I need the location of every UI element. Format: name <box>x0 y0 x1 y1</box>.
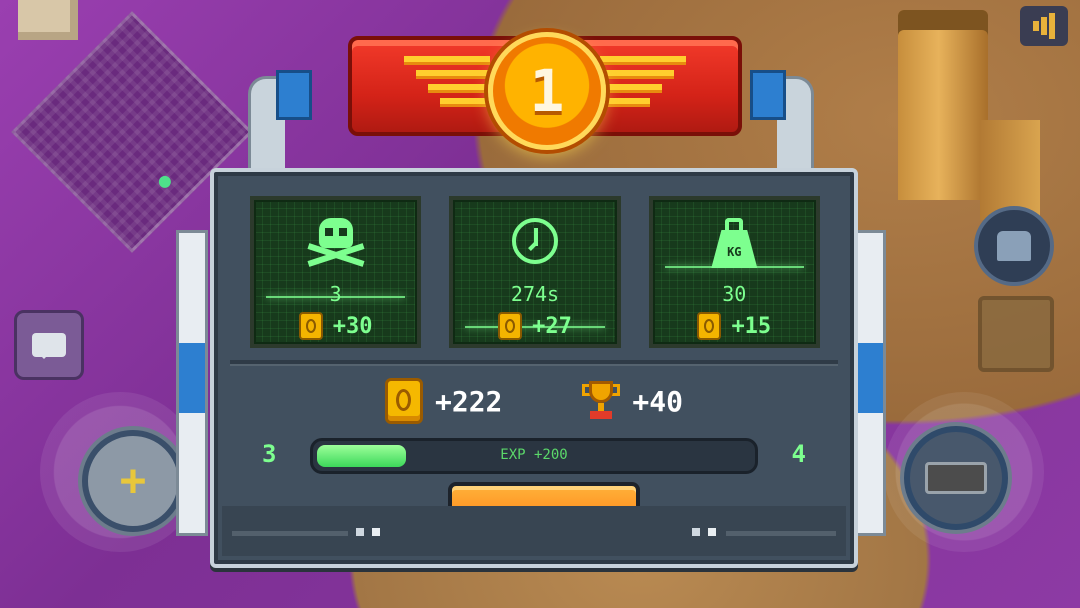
chat-button[interactable] <box>14 310 84 380</box>
weight-icon: KG <box>709 218 759 268</box>
trophy-icon <box>582 381 621 421</box>
signal-icon[interactable] <box>1020 6 1068 46</box>
frame-side <box>854 230 886 536</box>
right-wing-icon <box>600 56 686 112</box>
panel-footer <box>222 506 846 556</box>
stat-card-time: 274s +27 <box>449 196 621 348</box>
weight-reward-value: +15 <box>731 313 772 339</box>
kills-reward-value: +30 <box>332 313 373 339</box>
frame-side <box>176 230 208 536</box>
clock-icon <box>511 218 558 264</box>
coin-icon <box>498 312 523 340</box>
level-next: 4 <box>791 440 806 468</box>
time-value: 274s <box>510 282 560 306</box>
add-button[interactable]: + <box>82 430 184 532</box>
armor-button[interactable] <box>974 206 1054 286</box>
kills-value: 3 <box>329 282 342 306</box>
exp-label: EXP +200 <box>500 447 568 463</box>
armor-icon <box>997 231 1031 261</box>
total-trophies: +40 <box>582 378 683 424</box>
weight-icon-label: KG <box>711 230 758 268</box>
kills-reward: +30 <box>254 312 417 340</box>
coin-icon <box>697 312 722 340</box>
skull-crossbones-icon <box>307 218 365 267</box>
statue-base <box>980 120 1040 220</box>
exp-progress: 3 EXP +200 4 <box>248 438 820 474</box>
player-marker-icon <box>156 173 174 191</box>
time-reward: +27 <box>453 312 616 340</box>
divider <box>230 360 838 366</box>
item-slot[interactable] <box>978 296 1054 372</box>
pipe-cap <box>276 70 312 120</box>
stat-card-kills: 3 +30 <box>250 196 422 348</box>
pharaoh-statue <box>898 10 988 200</box>
stat-cards: 3 +30 274s +27 KG 30 +15 <box>250 196 820 348</box>
total-coins: +222 <box>384 378 503 424</box>
total-rewards: +222 +40 <box>214 378 854 424</box>
rank-number: 1 <box>529 57 565 125</box>
level-current: 3 <box>262 440 277 468</box>
terrain-block <box>18 0 78 40</box>
rank-banner: 1 <box>348 32 742 150</box>
weight-reward: +15 <box>653 312 816 340</box>
stat-card-weight: KG 30 +15 <box>648 196 820 348</box>
time-reward-value: +27 <box>532 313 572 339</box>
total-coins-value: +222 <box>434 384 503 418</box>
exp-bar: EXP +200 <box>310 438 758 474</box>
total-trophies-value: +40 <box>632 384 683 418</box>
weight-value: 30 <box>722 282 747 306</box>
result-panel: 3 +30 274s +27 KG 30 +15 +222 +40 3 EXP … <box>210 168 858 568</box>
coin-icon <box>298 312 323 340</box>
left-wing-icon <box>404 56 490 112</box>
plus-icon: + <box>119 455 147 506</box>
rank-medal: 1 <box>488 32 606 150</box>
pipe-cap <box>750 70 786 120</box>
weapon-button[interactable] <box>904 426 1008 530</box>
chat-icon <box>32 333 66 359</box>
weapon-icon <box>925 462 987 494</box>
coin-icon <box>384 378 423 424</box>
result-dialog: 3 +30 274s +27 KG 30 +15 +222 +40 3 EXP … <box>176 32 886 568</box>
